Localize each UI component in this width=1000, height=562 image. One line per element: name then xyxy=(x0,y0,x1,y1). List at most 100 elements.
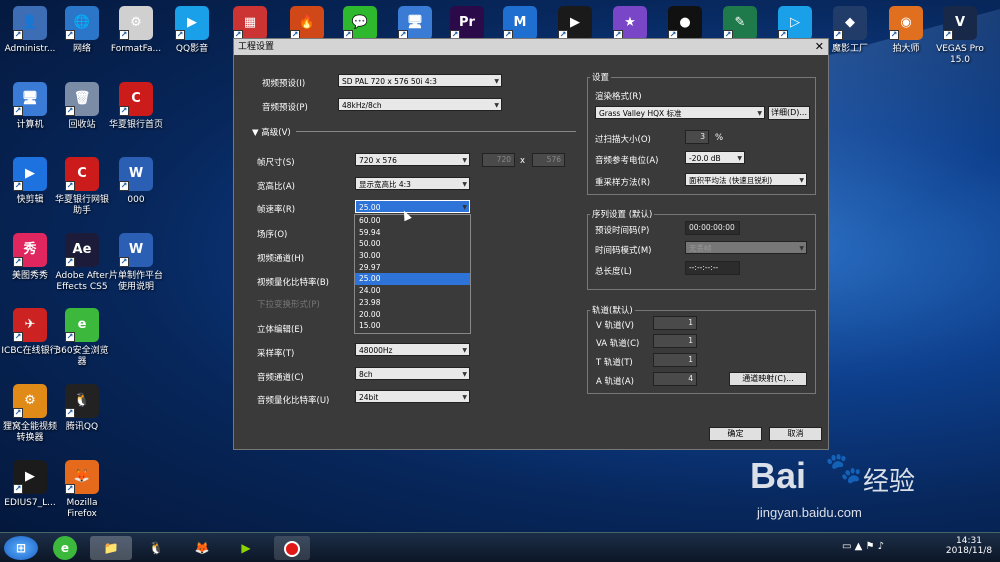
frame-width-field[interactable]: 720 xyxy=(482,153,515,167)
app-icon: ✈ ↗ xyxy=(13,308,47,342)
settings-group-title: 设置 xyxy=(590,71,612,83)
audio-ref-label: 音频参考电位(A) xyxy=(595,156,659,166)
fps-option[interactable]: 23.98 xyxy=(355,297,470,309)
paw-icon: 🐾 xyxy=(825,451,863,486)
tray-icons[interactable]: ▭ ▲ ⚑ ♪ xyxy=(842,541,884,552)
t-track-field[interactable]: 1 xyxy=(653,353,697,367)
fps-option[interactable]: 59.94 xyxy=(355,227,470,239)
desktop-icon[interactable]: ◉ ↗ 拍大师 xyxy=(876,6,936,55)
fps-option[interactable]: 60.00 xyxy=(355,215,470,227)
fps-option[interactable]: 50.00 xyxy=(355,238,470,250)
sample-rate-select[interactable]: 48000Hz xyxy=(355,343,470,356)
desktop-icon[interactable]: ✈ ↗ ICBC在线银行 xyxy=(0,308,60,357)
start-button[interactable]: ⊞ xyxy=(4,536,38,560)
app-icon: 秀 ↗ xyxy=(13,233,47,267)
ok-button[interactable]: 确定 xyxy=(709,427,762,441)
desktop-icon[interactable]: 🐧 ↗ 腾讯QQ xyxy=(52,384,112,433)
desktop-icon[interactable]: V ↗ VEGAS Pro 15.0 xyxy=(930,6,990,66)
video-preset-select[interactable]: SD PAL 720 x 576 50i 4:3 xyxy=(338,74,502,87)
shortcut-arrow-icon: ↗ xyxy=(119,257,129,267)
browser-360-task-icon[interactable]: e xyxy=(53,536,77,560)
channel-map-button[interactable]: 通道映射(C)... xyxy=(729,372,807,386)
overscan-field[interactable]: 3 xyxy=(685,130,709,144)
fps-option[interactable]: 29.97 xyxy=(355,262,470,274)
audio-channel-select[interactable]: 8ch xyxy=(355,367,470,380)
desktop-icon[interactable]: C ↗ 华夏银行首页 xyxy=(106,82,166,131)
desktop-icon[interactable]: 🖥 ↗ 计算机 xyxy=(0,82,60,131)
desktop-icon[interactable]: ◆ ↗ 魔影工厂 xyxy=(820,6,880,55)
fps-dropdown-list[interactable]: 60.00 59.94 50.00 30.00 29.97 25.00 24.00 23.98… xyxy=(354,214,471,334)
clock[interactable]: 14:31 2018/11/8 xyxy=(944,536,994,556)
desktop-icon[interactable]: W ↗ 片单制作平台使用说明 xyxy=(106,233,166,293)
desktop-icon[interactable]: 🌐 ↗ 网络 xyxy=(52,6,112,55)
desktop-icon[interactable]: ⚙ ↗ 狸窝全能视频转换器 xyxy=(0,384,60,444)
a-track-field[interactable]: 4 xyxy=(653,372,697,386)
cancel-button[interactable]: 取消 xyxy=(769,427,822,441)
render-format-label: 渲染格式(R) xyxy=(595,92,642,102)
desktop-icon[interactable]: ⚙ ↗ FormatFa... xyxy=(106,6,166,55)
desktop-icon[interactable]: C ↗ 华夏银行网银助手 xyxy=(52,157,112,217)
total-length-field[interactable]: --:--:--:-- xyxy=(685,261,740,275)
recorder-task-icon[interactable] xyxy=(274,536,310,560)
app-icon: W ↗ xyxy=(119,157,153,191)
qq-task-icon[interactable]: 🐧 xyxy=(138,536,174,560)
watermark-brand-cn: 经验 xyxy=(863,467,916,497)
audio-quant-select[interactable]: 24bit xyxy=(355,390,470,403)
desktop-icon-label: ICBC在线银行 xyxy=(1,346,59,356)
desktop-icon[interactable]: 🦊 ↗ Mozilla Firefox xyxy=(52,460,112,520)
desktop-icon-label: 魔影工厂 xyxy=(831,44,868,54)
tc-mode-select[interactable]: 无丢帧 xyxy=(685,241,807,254)
app-icon: M ↗ xyxy=(503,6,537,40)
desktop-icon[interactable]: e ↗ 360安全浏览器 xyxy=(52,308,112,368)
app-icon: 🔥 ↗ xyxy=(290,6,324,40)
detail-button[interactable]: 详细(D)... xyxy=(768,106,810,120)
preset-tc-field[interactable]: 00:00:00:00 xyxy=(685,221,740,235)
fps-option[interactable]: 15.00 xyxy=(355,320,470,332)
tc-mode-label: 时间码模式(M) xyxy=(595,246,652,256)
app-icon: ⚙ ↗ xyxy=(13,384,47,418)
audio-quant-label: 音频量化比特率(U) xyxy=(257,396,330,406)
app-icon: ● ↗ xyxy=(668,6,702,40)
video-preset-label: 视频预设(I) xyxy=(262,79,306,89)
shortcut-arrow-icon: ↗ xyxy=(13,257,23,267)
desktop-icon[interactable]: W ↗ 000 xyxy=(106,157,166,206)
va-track-field[interactable]: 1 xyxy=(653,334,697,348)
audio-ref-select[interactable]: -20.0 dB xyxy=(685,151,745,164)
fps-option[interactable]: 30.00 xyxy=(355,250,470,262)
desktop-icon[interactable]: 🗑 ↗ 回收站 xyxy=(52,82,112,131)
fps-select[interactable]: 25.00 xyxy=(355,200,470,213)
edius-task-icon[interactable]: ▶ xyxy=(228,536,264,560)
stereo-label: 立体编辑(E) xyxy=(257,325,304,335)
sequence-group-title: 序列设置 (默认) xyxy=(590,208,655,220)
desktop-icon[interactable]: Ae ↗ Adobe After Effects CS5 xyxy=(52,233,112,293)
app-icon: 👤 ↗ xyxy=(13,6,47,40)
firefox-task-icon[interactable]: 🦊 xyxy=(184,536,220,560)
fps-option[interactable]: 24.00 xyxy=(355,285,470,297)
desktop-icon-label: 计算机 xyxy=(16,120,44,130)
audio-preset-select[interactable]: 48kHz/8ch xyxy=(338,98,502,111)
resample-select[interactable]: 面积平均法 (快速且锐利) xyxy=(685,173,807,186)
close-icon[interactable]: ✕ xyxy=(815,39,824,55)
frame-height-field[interactable]: 576 xyxy=(532,153,565,167)
va-track-label: VA 轨道(C) xyxy=(596,339,640,349)
fps-option[interactable]: 25.00 xyxy=(355,273,470,286)
frame-size-select[interactable]: 720 x 576 xyxy=(355,153,470,166)
app-icon: 💬 ↗ xyxy=(343,6,377,40)
desktop-icon[interactable]: 秀 ↗ 美图秀秀 xyxy=(0,233,60,282)
desktop-icon[interactable]: 👤 ↗ Administr... xyxy=(0,6,60,55)
desktop-icon[interactable]: ▶ ↗ QQ影音 xyxy=(162,6,222,55)
fps-option[interactable]: 20.00 xyxy=(355,309,470,321)
desktop-icon-label: 快剪辑 xyxy=(16,195,44,205)
shortcut-arrow-icon: ↗ xyxy=(65,332,75,342)
preset-tc-label: 预设时间码(P) xyxy=(595,226,650,236)
watermark-url: jingyan.baidu.com xyxy=(757,505,862,520)
v-track-field[interactable]: 1 xyxy=(653,316,697,330)
desktop-icon[interactable]: ▶ ↗ 快剪辑 xyxy=(0,157,60,206)
desktop-icon[interactable]: ▶ ↗ EDIUS7_L... xyxy=(0,460,60,509)
render-format-select[interactable]: Grass Valley HQX 标准 xyxy=(595,106,765,119)
file-explorer-task-icon[interactable]: 📁 xyxy=(90,536,132,560)
advanced-toggle[interactable]: ▼ 高级(V) xyxy=(252,126,291,138)
shortcut-arrow-icon: ↗ xyxy=(65,484,75,494)
app-icon: Pr ↗ xyxy=(450,6,484,40)
aspect-select[interactable]: 显示宽高比 4:3 xyxy=(355,177,470,190)
